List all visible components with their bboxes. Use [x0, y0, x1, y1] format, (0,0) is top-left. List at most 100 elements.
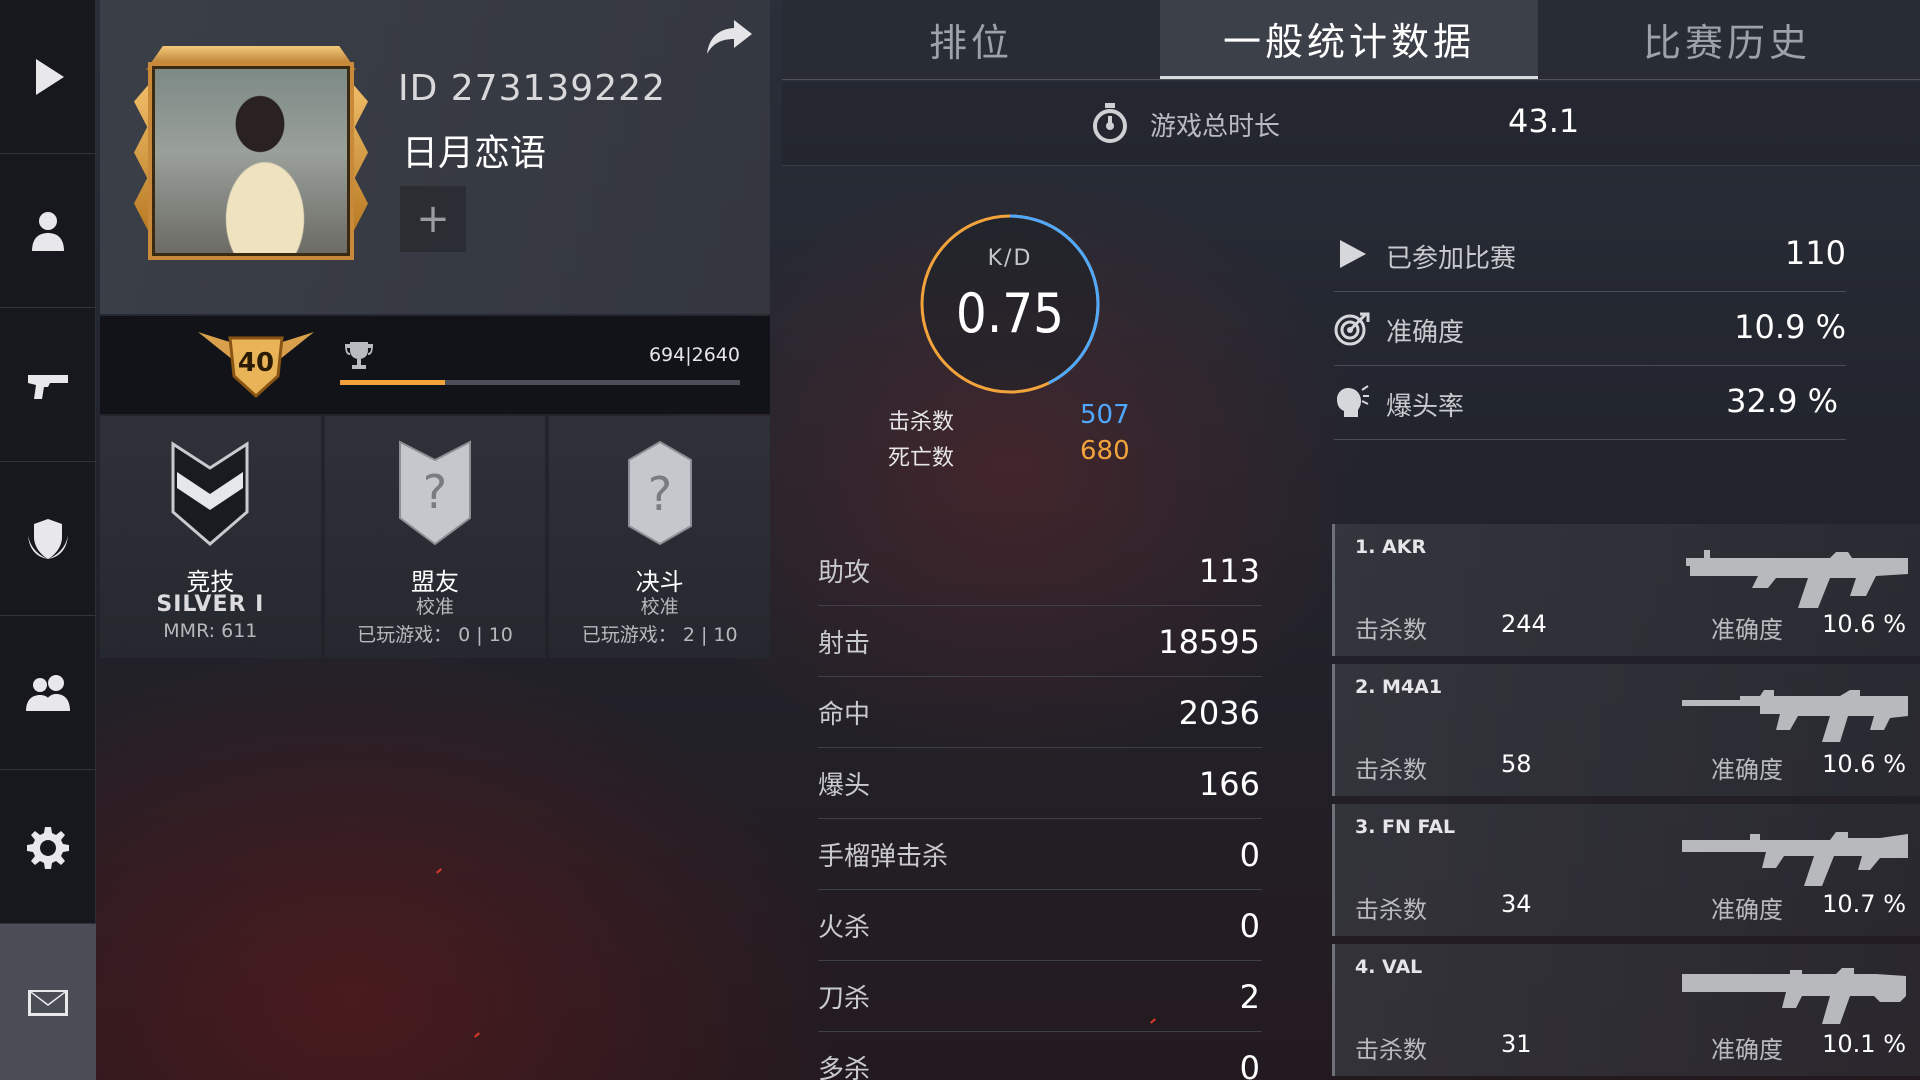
weapon-kills-label: 击杀数: [1355, 896, 1427, 924]
mode-cards: 竞技 SILVER I MMR: 611 ? 盟友 校准 已玩游戏： 0 | 1…: [100, 416, 771, 658]
mode-card-allies[interactable]: ? 盟友 校准 已玩游戏： 0 | 10: [324, 416, 546, 658]
summary-label: 已参加比赛: [1386, 244, 1517, 274]
share-icon[interactable]: [704, 18, 754, 58]
unranked-shield-icon: ?: [399, 440, 471, 546]
profile-icon: [32, 211, 64, 251]
xp-progress-fill: [340, 380, 446, 385]
weapon-kills-value: 34: [1501, 890, 1532, 918]
games-played-text: 已玩游戏： 0 | 10: [357, 624, 513, 646]
sidebar-item-weapons[interactable]: [0, 308, 96, 462]
summary-label: 准确度: [1386, 318, 1465, 348]
kills-value: 507: [1080, 400, 1130, 430]
play-icon: [1334, 236, 1370, 272]
weapon-name: 3. FN FAL: [1355, 816, 1456, 838]
weapon-kills-value: 244: [1501, 610, 1547, 638]
level-number: 40: [237, 348, 275, 378]
player-name: 日月恋语: [402, 133, 547, 174]
kills-label: 击杀数: [888, 410, 955, 435]
mode-card-competitive[interactable]: 竞技 SILVER I MMR: 611: [100, 416, 321, 658]
weapon-kills-label: 击杀数: [1355, 1036, 1427, 1064]
pistol-icon: [28, 374, 68, 399]
tab-general-stats[interactable]: 一般统计数据: [1160, 0, 1538, 79]
weapon-card[interactable]: 3. FN FAL 击杀数 34 准确度 10.7 %: [1332, 804, 1920, 936]
summary-value: 10.9 %: [1734, 308, 1846, 346]
sidebar-item-clan[interactable]: [0, 462, 96, 616]
target-icon: [1334, 310, 1370, 346]
games-played-text: 已玩游戏： 2 | 10: [581, 624, 738, 646]
stat-row: 爆头 166: [818, 749, 1262, 819]
weapon-name: 4. VAL: [1355, 956, 1423, 978]
avatar[interactable]: [134, 46, 368, 272]
rifle-val-icon: [1680, 956, 1910, 1034]
deaths-value: 680: [1080, 436, 1130, 466]
stat-label: 手榴弹击杀: [818, 842, 949, 872]
playtime-label: 游戏总时长: [1150, 112, 1281, 142]
tab-match-history[interactable]: 比赛历史: [1538, 0, 1916, 79]
stat-value: 113: [1198, 552, 1260, 590]
headshot-icon: [1334, 384, 1370, 420]
level-badge: 40: [196, 324, 316, 404]
weapon-card[interactable]: 4. VAL 击杀数 31 准确度 10.1 %: [1332, 944, 1920, 1076]
sidebar-item-friends[interactable]: [0, 616, 96, 770]
clan-shield-icon: [28, 518, 68, 559]
stat-row: 火杀 0: [818, 891, 1262, 961]
stat-label: 刀杀: [818, 984, 871, 1014]
rifle-m4a1-icon: [1680, 676, 1910, 754]
kd-label: K/D: [987, 246, 1033, 271]
sidebar: [0, 0, 96, 1080]
kd-ring: K/D 0.75: [918, 212, 1102, 396]
profile-panel: ID 273139222 日月恋语 +: [100, 0, 770, 314]
play-icon: [36, 58, 64, 95]
kd-value: 0.75: [955, 282, 1065, 345]
sidebar-item-settings[interactable]: [0, 770, 96, 924]
stat-label: 多杀: [818, 1055, 871, 1080]
weapon-card[interactable]: 2. M4A1 击杀数 58 准确度 10.6 %: [1332, 664, 1920, 796]
weapon-kills-label: 击杀数: [1355, 756, 1427, 784]
tab-ranking[interactable]: 排位: [782, 0, 1160, 79]
mmr-text: MMR: 611: [163, 620, 258, 642]
calibration-label: 校准: [640, 596, 679, 618]
avatar-image: [152, 66, 350, 256]
summary-row-headshot: 爆头率 32.9 %: [1334, 366, 1846, 440]
trophy-icon: [342, 338, 376, 372]
stat-row: 刀杀 2: [818, 962, 1262, 1032]
stat-row: 射击 18595: [818, 607, 1262, 677]
stat-value: 0: [1239, 1049, 1260, 1080]
weapon-name: 1. AKR: [1355, 536, 1427, 558]
stat-label: 火杀: [818, 913, 871, 943]
weapon-accuracy-label: 准确度: [1711, 896, 1783, 924]
weapon-kills-label: 击杀数: [1355, 616, 1427, 644]
stat-value: 18595: [1158, 623, 1260, 661]
svg-text:?: ?: [423, 465, 447, 519]
stat-row: 助攻 113: [818, 536, 1262, 606]
deaths-label: 死亡数: [888, 446, 955, 471]
sidebar-item-profile[interactable]: [0, 154, 96, 308]
weapon-accuracy-value: 10.1 %: [1822, 1030, 1906, 1058]
stat-label: 射击: [818, 629, 871, 659]
weapon-accuracy-label: 准确度: [1711, 616, 1783, 644]
silver-rank-icon: [171, 441, 249, 546]
stat-value: 2: [1239, 978, 1260, 1016]
unranked-hexagon-icon: ?: [627, 440, 692, 546]
calibration-label: 校准: [416, 596, 455, 618]
weapon-card[interactable]: 1. AKR 击杀数 244 准确度 10.6 %: [1332, 524, 1920, 656]
weapon-accuracy-label: 准确度: [1711, 1036, 1783, 1064]
stat-value: 0: [1239, 836, 1260, 874]
add-friend-button[interactable]: +: [400, 186, 466, 252]
friends-icon: [26, 674, 70, 711]
sidebar-item-play[interactable]: [0, 0, 96, 154]
weapon-accuracy-value: 10.6 %: [1822, 750, 1906, 778]
stat-value: 0: [1239, 907, 1260, 945]
level-row: 40 694|2640: [100, 316, 770, 414]
mode-card-duel[interactable]: ? 决斗 校准 已玩游戏： 2 | 10: [549, 416, 771, 658]
stat-row: 多杀 0: [818, 1033, 1262, 1080]
stats-tabs: 排位 一般统计数据 比赛历史: [782, 0, 1920, 80]
rifle-akr-icon: [1680, 536, 1910, 614]
sidebar-item-mail[interactable]: [0, 924, 96, 1080]
weapon-kills-value: 58: [1501, 750, 1532, 778]
xp-text: 694|2640: [648, 344, 740, 366]
gear-icon: [27, 826, 69, 869]
weapon-name: 2. M4A1: [1355, 676, 1443, 698]
playtime-row: 游戏总时长 43.1: [782, 82, 1920, 166]
summary-row-matches: 已参加比赛 110: [1334, 218, 1846, 292]
